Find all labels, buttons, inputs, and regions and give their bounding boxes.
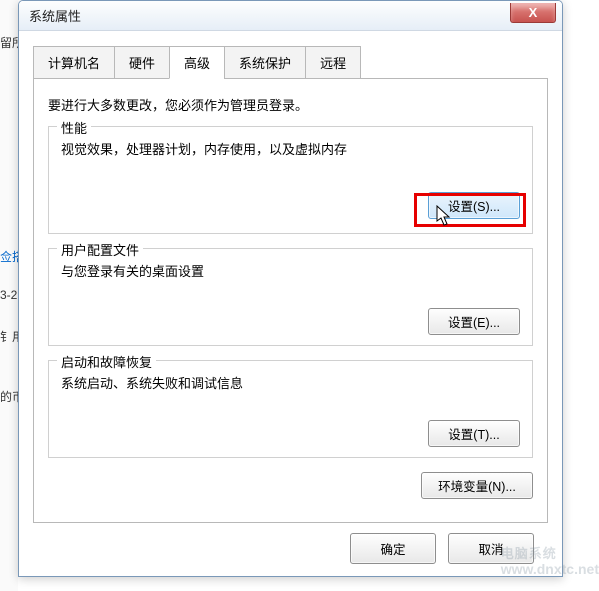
group-legend: 启动和故障恢复 bbox=[57, 352, 156, 371]
group-startup-recovery: 启动和故障恢复 系统启动、系统失败和调试信息 设置(T)... bbox=[48, 360, 533, 458]
startup-settings-button[interactable]: 设置(T)... bbox=[428, 420, 520, 447]
group-desc: 系统启动、系统失败和调试信息 bbox=[61, 373, 520, 392]
tab-remote[interactable]: 远程 bbox=[305, 46, 361, 79]
group-desc: 与您登录有关的桌面设置 bbox=[61, 261, 520, 280]
bg-frag: 3-2 bbox=[0, 288, 17, 302]
tab-panel-advanced: 要进行大多数更改，您必须作为管理员登录。 性能 视觉效果，处理器计划，内存使用，… bbox=[33, 78, 548, 523]
group-performance: 性能 视觉效果，处理器计划，内存使用，以及虚拟内存 设置(S)... bbox=[48, 126, 533, 234]
close-button[interactable]: X bbox=[510, 3, 556, 23]
tab-label: 系统保护 bbox=[239, 56, 291, 71]
window-title: 系统属性 bbox=[29, 6, 81, 25]
tab-system-protection[interactable]: 系统保护 bbox=[224, 46, 306, 79]
tab-label: 硬件 bbox=[129, 56, 155, 71]
group-legend: 性能 bbox=[57, 118, 91, 137]
dialog-actions: 确定 取消 bbox=[33, 523, 548, 576]
tab-hardware[interactable]: 硬件 bbox=[114, 46, 170, 79]
cancel-button[interactable]: 取消 bbox=[448, 533, 534, 564]
system-properties-dialog: 系统属性 X 计算机名 硬件 高级 系统保护 远程 要进行大多数更改，您必须作为… bbox=[18, 0, 563, 577]
group-legend: 用户配置文件 bbox=[57, 240, 143, 259]
close-icon: X bbox=[529, 5, 538, 20]
intro-text: 要进行大多数更改，您必须作为管理员登录。 bbox=[48, 95, 533, 114]
performance-settings-button[interactable]: 设置(S)... bbox=[428, 192, 520, 219]
tab-label: 远程 bbox=[320, 56, 346, 71]
user-profiles-settings-button[interactable]: 设置(E)... bbox=[428, 308, 520, 335]
ok-button[interactable]: 确定 bbox=[350, 533, 436, 564]
environment-variables-button[interactable]: 环境变量(N)... bbox=[421, 472, 533, 499]
titlebar[interactable]: 系统属性 X bbox=[19, 1, 562, 31]
tab-computer-name[interactable]: 计算机名 bbox=[33, 46, 115, 79]
group-desc: 视觉效果，处理器计划，内存使用，以及虚拟内存 bbox=[61, 139, 520, 158]
tab-label: 高级 bbox=[184, 56, 210, 71]
group-user-profiles: 用户配置文件 与您登录有关的桌面设置 设置(E)... bbox=[48, 248, 533, 346]
tab-strip: 计算机名 硬件 高级 系统保护 远程 bbox=[33, 46, 548, 79]
tab-advanced[interactable]: 高级 bbox=[169, 46, 225, 79]
tab-label: 计算机名 bbox=[48, 56, 100, 71]
client-area: 计算机名 硬件 高级 系统保护 远程 要进行大多数更改，您必须作为管理员登录。 … bbox=[19, 31, 562, 576]
